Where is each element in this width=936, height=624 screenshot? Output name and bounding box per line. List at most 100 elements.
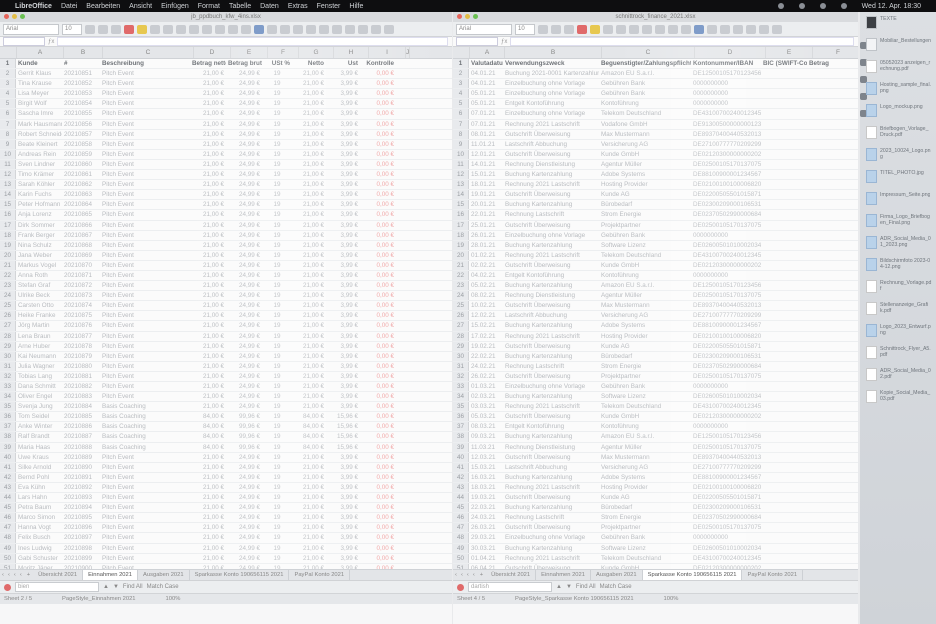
- italic-icon[interactable]: [98, 24, 108, 34]
- row-number[interactable]: 20: [0, 250, 16, 260]
- sheet-tab[interactable]: Sparkasse Konto 190656115 2021: [190, 570, 290, 580]
- corner-cell[interactable]: [453, 47, 470, 58]
- table-row[interactable]: 23 05.02.21 Buchung Kartenzahlung Amazon EU…: [453, 281, 858, 292]
- align-right-icon[interactable]: [629, 24, 639, 34]
- table-row[interactable]: 39 11.03.21 Rechnung Dienstleistung Agentur…: [453, 442, 858, 453]
- row-number[interactable]: 45: [0, 503, 16, 513]
- bold-icon[interactable]: [538, 24, 548, 34]
- column-header-c[interactable]: C: [103, 47, 194, 58]
- table-row[interactable]: 16 22.01.21 Rechnung Lastschrift Strom Ener…: [453, 210, 858, 221]
- row-number[interactable]: 11: [0, 159, 16, 170]
- table-row[interactable]: 32 26.02.21 Gutschrift Überweisung Projektp…: [453, 371, 858, 382]
- row-number[interactable]: 24: [0, 291, 16, 301]
- row-number[interactable]: 14: [0, 190, 16, 200]
- highlight-color-icon[interactable]: [590, 24, 600, 34]
- font-color-icon[interactable]: [577, 24, 587, 34]
- table-row[interactable]: 36 05.03.21 Gutschrift Überweisung Kunde Gm…: [453, 412, 858, 423]
- table-row[interactable]: 6 07.01.21 Einzelbuchung ohne Vorlage Telek…: [453, 109, 858, 120]
- find-previous-icon[interactable]: ▲: [103, 584, 109, 590]
- row-number[interactable]: 16: [453, 210, 469, 220]
- column-header-f[interactable]: F: [268, 47, 299, 58]
- row-number[interactable]: 15: [0, 200, 16, 210]
- table-row[interactable]: 32 Tobias Lang 20210881 Pitch Event 21,00 € 2…: [0, 371, 452, 382]
- row-number[interactable]: 7: [0, 119, 16, 129]
- row-number[interactable]: 31: [453, 361, 469, 371]
- table-row[interactable]: 23 Stefan Graf 20210872 Pitch Event 21,00 € 2…: [0, 281, 452, 292]
- column-header-f[interactable]: F: [813, 47, 858, 58]
- desktop-file[interactable]: Rechnung_Vorlage.pdf: [866, 280, 932, 293]
- row-number[interactable]: 43: [0, 482, 16, 493]
- insert-row-icon[interactable]: [746, 24, 756, 34]
- add-decimal-icon[interactable]: [254, 24, 264, 34]
- row-number[interactable]: 23: [0, 281, 16, 291]
- desktop-file[interactable]: Kopie_Social_Media_03.pdf: [866, 390, 932, 403]
- desktop-file[interactable]: Firma_Logo_Briefbogen_Final.png: [866, 214, 932, 227]
- row-number[interactable]: 36: [453, 412, 469, 422]
- corner-cell[interactable]: [0, 47, 17, 58]
- row-number[interactable]: 40: [453, 452, 469, 462]
- remove-decimal-icon[interactable]: [267, 24, 277, 34]
- table-row[interactable]: 27 15.02.21 Buchung Kartenzahlung Adobe Sys…: [453, 321, 858, 332]
- sheet-tab[interactable]: Übersicht 2021: [33, 570, 84, 580]
- table-row[interactable]: 8 08.01.21 Gutschrift Überweisung Max Muste…: [453, 129, 858, 140]
- sheet-tab[interactable]: Einnahmen 2021: [83, 570, 138, 580]
- row-number[interactable]: 28: [453, 331, 469, 341]
- row-number[interactable]: 18: [453, 230, 469, 240]
- row-number[interactable]: 6: [0, 109, 16, 119]
- zoom-window-icon[interactable]: [473, 14, 478, 19]
- table-row[interactable]: 20 Jana Weber 20210869 Pitch Event 21,00 € 24…: [0, 250, 452, 261]
- percent-format-icon[interactable]: [681, 24, 691, 34]
- table-row[interactable]: 42 Bernd Pohl 20210891 Pitch Event 21,00 € 24…: [0, 472, 452, 483]
- underline-icon[interactable]: [564, 24, 574, 34]
- menu-data[interactable]: Daten: [260, 3, 279, 10]
- row-number[interactable]: 47: [0, 523, 16, 533]
- row-number[interactable]: 44: [0, 493, 16, 503]
- table-row[interactable]: 48 29.03.21 Einzelbuchung ohne Vorlage Gebü…: [453, 533, 858, 544]
- sheet-tab[interactable]: Ausgaben 2021: [138, 570, 190, 580]
- desktop-file[interactable]: ADR_Social_Media_02.pdf: [866, 368, 932, 381]
- insert-column-icon[interactable]: [358, 24, 368, 34]
- right-find-input[interactable]: dartish: [468, 582, 552, 592]
- row-number[interactable]: 5: [453, 99, 469, 109]
- column-header-c[interactable]: C: [602, 47, 695, 58]
- table-row[interactable]: 37 08.03.21 Entgelt Kontoführung Kontoführu…: [453, 422, 858, 433]
- right-font-name-box[interactable]: Arial: [456, 23, 512, 35]
- row-number[interactable]: 40: [0, 452, 16, 462]
- add-decimal-icon[interactable]: [694, 24, 704, 34]
- table-row[interactable]: 28 17.02.21 Rechnung 2021 Lastschrift Hosti…: [453, 331, 858, 342]
- menu-sheet[interactable]: Tabelle: [229, 3, 251, 10]
- row-number[interactable]: 33: [453, 382, 469, 392]
- search-icon[interactable]: [819, 3, 826, 9]
- align-left-icon[interactable]: [603, 24, 613, 34]
- left-zoom-level[interactable]: 100%: [166, 596, 181, 602]
- table-row[interactable]: 29 Arne Huber 20210878 Pitch Event 21,00 € 24…: [0, 341, 452, 352]
- conditional-format-icon[interactable]: [332, 24, 342, 34]
- left-font-size-box[interactable]: 10: [62, 23, 82, 35]
- row-number[interactable]: 46: [453, 513, 469, 523]
- table-row[interactable]: 19 28.01.21 Buchung Kartenzahlung Software …: [453, 240, 858, 251]
- table-row[interactable]: 50 Gabi Schuster 20210899 Pitch Event 21,00 …: [0, 553, 452, 564]
- row-number[interactable]: 42: [453, 472, 469, 482]
- close-find-icon[interactable]: [457, 583, 464, 591]
- left-name-box[interactable]: [3, 37, 45, 46]
- row-number[interactable]: 42: [0, 472, 16, 482]
- table-row[interactable]: 33 01.03.21 Einzelbuchung ohne Vorlage Gebü…: [453, 382, 858, 393]
- desktop-file[interactable]: ADR_Social_Media_01_2023.png: [866, 236, 932, 249]
- table-row[interactable]: 13 18.01.21 Rechnung 2021 Lastschrift Hosti…: [453, 180, 858, 191]
- row-number[interactable]: 2: [0, 69, 16, 79]
- sheet-tab[interactable]: PayPal Konto 2021: [742, 570, 804, 580]
- row-number[interactable]: 41: [453, 462, 469, 472]
- table-row[interactable]: 16 Anja Lorenz 20210865 Pitch Event 21,00 € 2…: [0, 210, 452, 221]
- right-font-size-box[interactable]: 10: [515, 23, 535, 35]
- add-sheet-icon[interactable]: +: [24, 572, 33, 578]
- align-right-icon[interactable]: [176, 24, 186, 34]
- row-number[interactable]: 35: [0, 402, 16, 412]
- table-row[interactable]: 30 22.02.21 Buchung Kartenzahlung Bürobedar…: [453, 351, 858, 362]
- table-row[interactable]: 26 Heike Franke 20210875 Pitch Event 21,00 €…: [0, 311, 452, 322]
- left-find-input[interactable]: bien: [15, 582, 99, 592]
- table-row[interactable]: 9 Beate Kleinert 20210858 Pitch Event 21,00 …: [0, 139, 452, 150]
- table-row[interactable]: 35 03.03.21 Rechnung 2021 Lastschrift Telek…: [453, 402, 858, 413]
- table-row[interactable]: 12 Timo Krämer 20210861 Pitch Event 21,00 € 2…: [0, 170, 452, 181]
- wifi-icon[interactable]: [777, 3, 784, 9]
- table-row[interactable]: 29 19.02.21 Gutschrift Überweisung Kunde AG…: [453, 341, 858, 352]
